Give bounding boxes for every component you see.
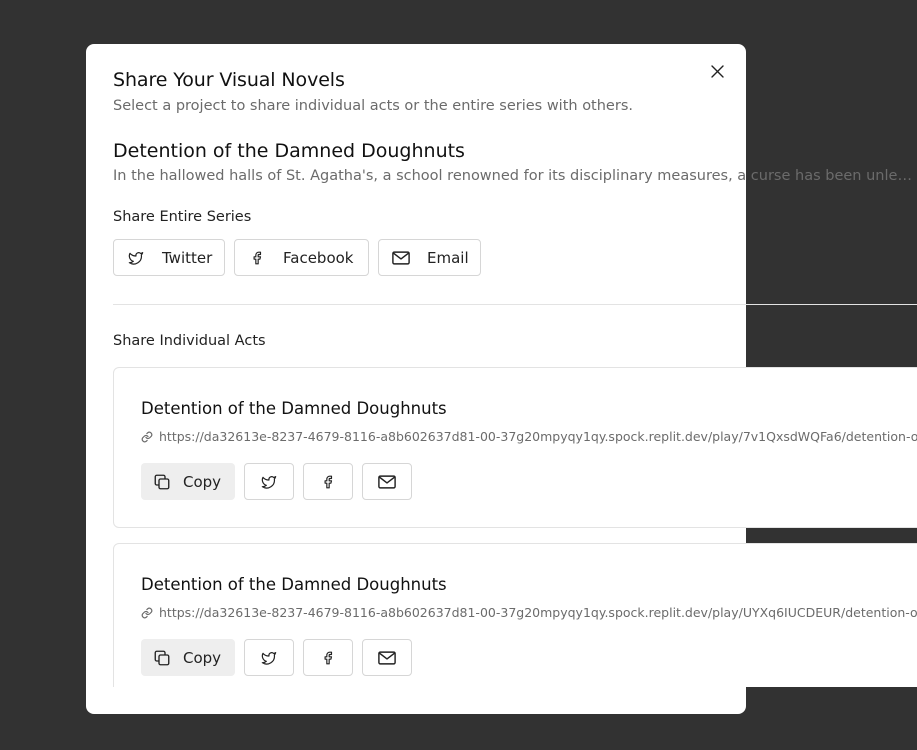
section-divider [113, 304, 917, 305]
act-share-link[interactable]: https://da32613e-8237-4679-8116-a8b60263… [159, 605, 917, 620]
link-icon [141, 431, 153, 443]
facebook-icon [321, 473, 335, 491]
close-button[interactable] [707, 61, 727, 81]
copy-label: Copy [183, 472, 222, 491]
share-series-email-button[interactable]: Email [378, 239, 481, 276]
act-email-button[interactable] [362, 463, 412, 500]
act-title: Detention of the Damned Doughnuts [141, 399, 447, 418]
act-twitter-button[interactable] [244, 639, 294, 676]
act-facebook-button[interactable] [303, 463, 353, 500]
twitter-icon [126, 250, 146, 266]
modal-scroll-area[interactable]: Share Your Visual Novels Select a projec… [86, 44, 917, 687]
copy-link-button[interactable]: Copy [141, 463, 235, 500]
project-description: In the hallowed halls of St. Agatha's, a… [113, 168, 912, 184]
share-series-email-label: Email [427, 248, 469, 267]
share-acts-label: Share Individual Acts [113, 333, 266, 349]
copy-label: Copy [183, 648, 222, 667]
act-facebook-button[interactable] [303, 639, 353, 676]
share-series-twitter-button[interactable]: Twitter [113, 239, 225, 276]
modal-title: Share Your Visual Novels [113, 69, 345, 91]
copy-icon [153, 649, 171, 667]
facebook-icon [321, 649, 335, 667]
share-series-twitter-label: Twitter [162, 248, 213, 267]
share-series-facebook-button[interactable]: Facebook [234, 239, 369, 276]
mail-icon [378, 474, 396, 489]
mail-icon [378, 650, 396, 665]
twitter-icon [260, 474, 278, 490]
act-title: Detention of the Damned Doughnuts [141, 575, 447, 594]
act-link-row: https://da32613e-8237-4679-8116-a8b60263… [141, 605, 917, 620]
mail-icon [391, 250, 411, 265]
act-link-row: https://da32613e-8237-4679-8116-a8b60263… [141, 429, 917, 444]
act-twitter-button[interactable] [244, 463, 294, 500]
link-icon [141, 607, 153, 619]
share-series-facebook-label: Facebook [283, 248, 354, 267]
copy-link-button[interactable]: Copy [141, 639, 235, 676]
act-share-link[interactable]: https://da32613e-8237-4679-8116-a8b60263… [159, 429, 917, 444]
project-title: Detention of the Damned Doughnuts [113, 140, 465, 162]
share-series-label: Share Entire Series [113, 209, 252, 225]
act-card: Detention of the Damned Doughnuts https:… [113, 367, 917, 528]
twitter-icon [260, 650, 278, 666]
facebook-icon [247, 249, 267, 267]
act-card: Detention of the Damned Doughnuts https:… [113, 543, 917, 687]
modal-subtitle: Select a project to share individual act… [113, 98, 633, 114]
act-email-button[interactable] [362, 639, 412, 676]
copy-icon [153, 473, 171, 491]
close-icon [710, 64, 724, 78]
